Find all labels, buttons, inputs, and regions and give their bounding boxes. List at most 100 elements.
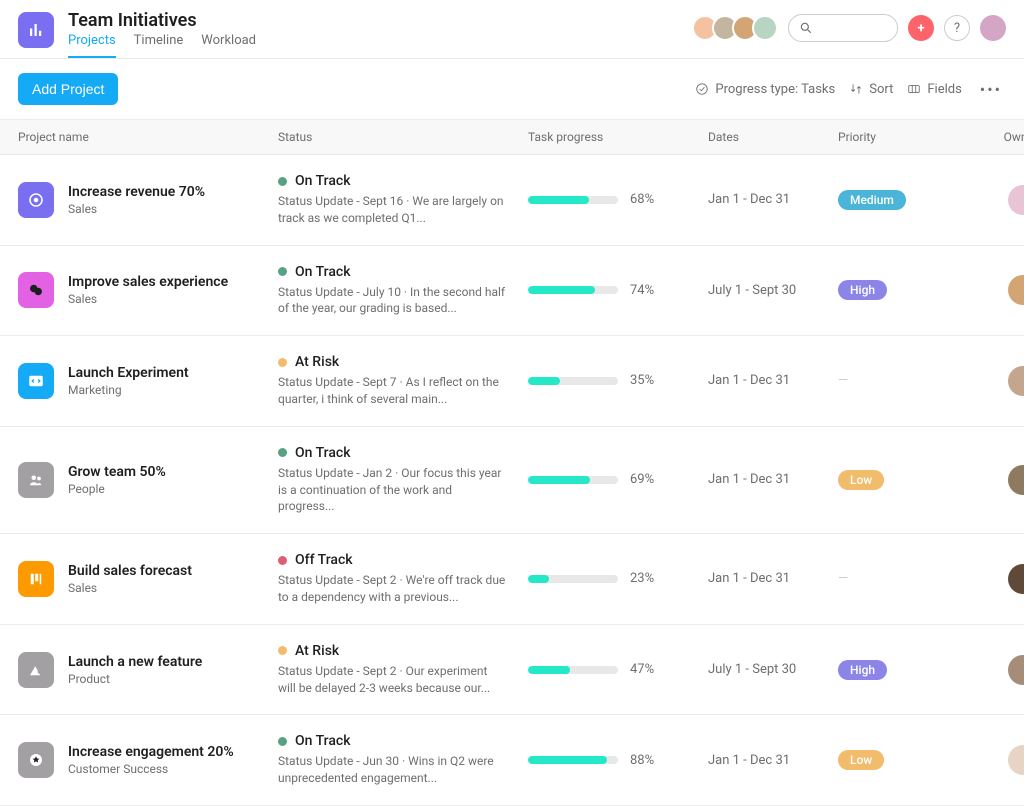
priority-cell[interactable]: Low: [838, 470, 958, 490]
status-update-text: Status Update - Sept 7 · As I reflect on…: [278, 374, 508, 408]
check-circle-icon: [695, 82, 709, 96]
status-update-text: Status Update - July 10 · In the second …: [278, 284, 508, 318]
project-name: Build sales forecast: [68, 563, 192, 579]
progress-type-label: Progress type: Tasks: [715, 82, 835, 97]
project-team: Marketing: [68, 383, 189, 397]
more-options-button[interactable]: •••: [976, 80, 1006, 99]
project-team: Customer Success: [68, 762, 234, 776]
owner-cell: [958, 655, 1024, 685]
project-icon: [18, 462, 54, 498]
status-cell: At RiskStatus Update - Sept 2 · Our expe…: [278, 643, 528, 697]
owner-avatar[interactable]: [1008, 465, 1024, 495]
table-row[interactable]: Grow team 50% People On TrackStatus Update…: [0, 427, 1024, 534]
priority-cell[interactable]: Medium: [838, 190, 958, 210]
title-area: Team Initiatives ProjectsTimelineWorkloa…: [68, 10, 698, 58]
owner-avatar[interactable]: [1008, 366, 1024, 396]
progress-percent: 88%: [630, 753, 654, 768]
owner-cell: [958, 275, 1024, 305]
search-icon: [799, 21, 813, 35]
project-team: Sales: [68, 202, 205, 216]
priority-cell[interactable]: —: [838, 373, 958, 388]
status-dot-icon: [278, 177, 287, 186]
progress-percent: 23%: [630, 571, 654, 586]
col-owner[interactable]: Owner: [958, 130, 1024, 144]
project-icon: [18, 561, 54, 597]
progress-type-selector[interactable]: Progress type: Tasks: [695, 82, 835, 97]
progress-cell: 23%: [528, 571, 708, 586]
fields-label: Fields: [927, 82, 961, 97]
status-update-text: Status Update - Sept 2 · Our experiment …: [278, 663, 508, 697]
tab-projects[interactable]: Projects: [68, 33, 116, 58]
owner-avatar[interactable]: [1008, 564, 1024, 594]
progress-bar: [528, 377, 618, 385]
progress-cell: 68%: [528, 192, 708, 207]
team-avatar[interactable]: [752, 15, 778, 41]
col-project-name[interactable]: Project name: [18, 130, 278, 144]
dates-cell: Jan 1 - Dec 31: [708, 571, 838, 586]
dates-cell: Jan 1 - Dec 31: [708, 472, 838, 487]
search-input[interactable]: [788, 14, 898, 42]
owner-cell: [958, 465, 1024, 495]
table-row[interactable]: Build sales forecastSalesOff TrackStatus…: [0, 534, 1024, 625]
status-dot-icon: [278, 556, 287, 565]
status-cell: On TrackStatus Update - Jan 2 · Our focu…: [278, 445, 528, 515]
table-row[interactable]: Launch a new featureProductAt RiskStatus…: [0, 625, 1024, 716]
project-name: Grow team 50%: [68, 464, 166, 480]
owner-avatar[interactable]: [1008, 655, 1024, 685]
project-team: People: [68, 482, 166, 496]
progress-percent: 74%: [630, 283, 654, 298]
priority-cell[interactable]: —: [838, 571, 958, 586]
table-row[interactable]: Increase revenue 70%SalesOn TrackStatus …: [0, 155, 1024, 246]
table-row[interactable]: Launch ExperimentMarketingAt RiskStatus …: [0, 336, 1024, 427]
add-project-button[interactable]: Add Project: [18, 73, 118, 105]
priority-cell[interactable]: Low: [838, 750, 958, 770]
owner-cell: [958, 366, 1024, 396]
table-header: Project name Status Task progress Dates …: [0, 119, 1024, 155]
owner-avatar[interactable]: [1008, 275, 1024, 305]
owner-avatar[interactable]: [1008, 185, 1024, 215]
project-name: Improve sales experience: [68, 274, 228, 290]
priority-cell[interactable]: High: [838, 660, 958, 680]
col-status[interactable]: Status: [278, 130, 528, 144]
sort-label: Sort: [869, 82, 893, 97]
priority-none: —: [838, 373, 850, 388]
status-dot-icon: [278, 737, 287, 746]
col-dates[interactable]: Dates: [708, 130, 838, 144]
project-icon: [18, 742, 54, 778]
fields-button[interactable]: Fields: [907, 82, 961, 97]
team-avatars[interactable]: [698, 15, 778, 41]
progress-bar: [528, 666, 618, 674]
add-button[interactable]: +: [908, 15, 934, 41]
progress-bar: [528, 756, 618, 764]
tabs: Projects Timeline Workload: [68, 33, 698, 58]
current-user-avatar[interactable]: [980, 15, 1006, 41]
status-update-text: Status Update - Sept 16 · We are largely…: [278, 193, 508, 227]
col-priority[interactable]: Priority: [838, 130, 958, 144]
project-cell: Increase revenue 70%Sales: [18, 182, 278, 218]
progress-cell: 35%: [528, 373, 708, 388]
project-team: Sales: [68, 581, 192, 595]
progress-percent: 69%: [630, 472, 654, 487]
progress-percent: 47%: [630, 662, 654, 677]
priority-cell[interactable]: High: [838, 280, 958, 300]
project-team: Product: [68, 672, 202, 686]
col-progress[interactable]: Task progress: [528, 130, 708, 144]
progress-cell: 88%: [528, 753, 708, 768]
project-name: Increase engagement 20%: [68, 744, 234, 760]
tab-timeline[interactable]: Timeline: [134, 33, 184, 58]
priority-pill: High: [838, 660, 887, 680]
project-team: Sales: [68, 292, 228, 306]
sort-icon: [849, 82, 863, 96]
priority-none: —: [838, 571, 850, 586]
table-row[interactable]: Improve sales experience Sales On TrackSta…: [0, 246, 1024, 337]
owner-cell: [958, 745, 1024, 775]
tab-workload[interactable]: Workload: [201, 33, 256, 58]
dates-cell: Jan 1 - Dec 31: [708, 373, 838, 388]
progress-cell: 47%: [528, 662, 708, 677]
workspace-icon[interactable]: [18, 12, 54, 48]
table-row[interactable]: Increase engagement 20%Customer SuccessO…: [0, 715, 1024, 806]
help-button[interactable]: ?: [944, 15, 970, 41]
status-cell: On TrackStatus Update - July 10 · In the…: [278, 264, 528, 318]
sort-button[interactable]: Sort: [849, 82, 893, 97]
owner-avatar[interactable]: [1008, 745, 1024, 775]
